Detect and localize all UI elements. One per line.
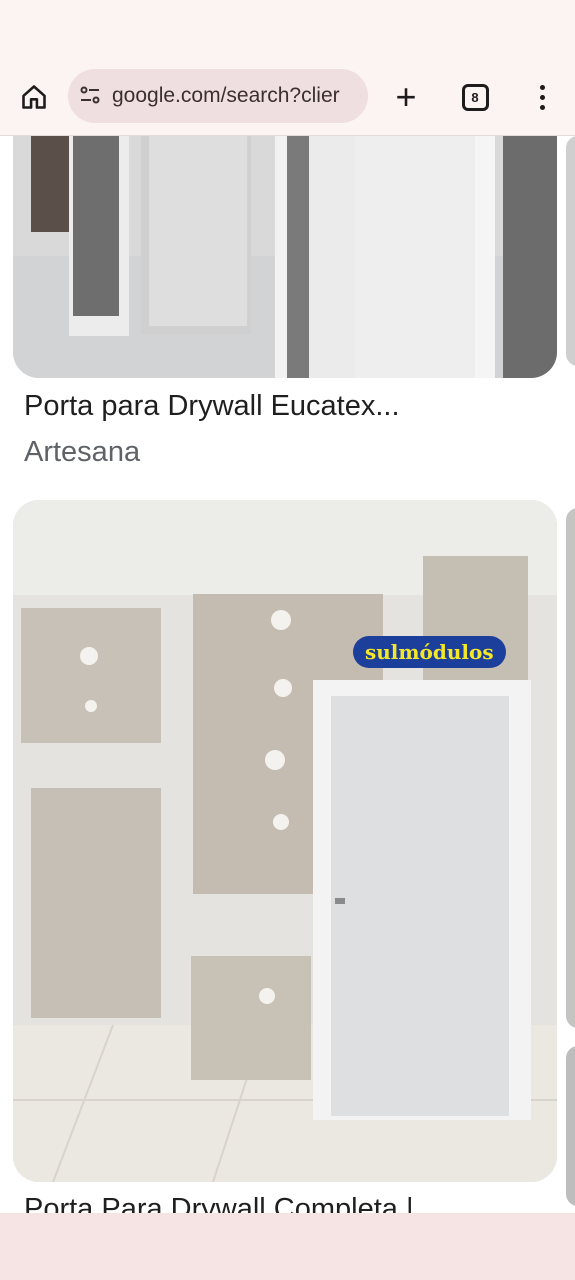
tab-switcher-icon[interactable]: 8 (455, 77, 495, 117)
result-title[interactable]: Porta para Drywall Eucatex... (24, 383, 534, 429)
watermark-badge: sulmódulos (353, 636, 506, 668)
result-source: Artesana (24, 436, 141, 468)
result-image[interactable]: sulmódulos (13, 500, 557, 1182)
browser-toolbar: google.com/search?clier + 8 (0, 60, 575, 136)
bottom-sheet-bar (0, 1213, 575, 1280)
result-image[interactable] (13, 136, 557, 378)
more-vert-icon[interactable] (522, 77, 562, 117)
tune-icon[interactable] (78, 83, 104, 109)
result-title[interactable]: Porta Para Drywall Completa | (24, 1186, 534, 1213)
url-text[interactable]: google.com/search?clier (112, 84, 358, 108)
next-result-image[interactable] (566, 1046, 575, 1206)
next-result-image[interactable] (566, 136, 575, 366)
result-caption[interactable]: Porta Para Drywall Completa | (24, 1186, 534, 1213)
plus-icon[interactable]: + (386, 75, 426, 119)
search-results: Porta para Drywall Eucatex... Artesana s… (0, 136, 575, 1213)
home-icon[interactable] (14, 77, 54, 117)
status-bar-area (0, 0, 575, 60)
next-result-image[interactable] (566, 508, 575, 1028)
result-caption[interactable]: Porta para Drywall Eucatex... Artesana (24, 383, 534, 475)
address-bar[interactable]: google.com/search?clier (68, 69, 368, 123)
tab-count: 8 (461, 83, 489, 111)
